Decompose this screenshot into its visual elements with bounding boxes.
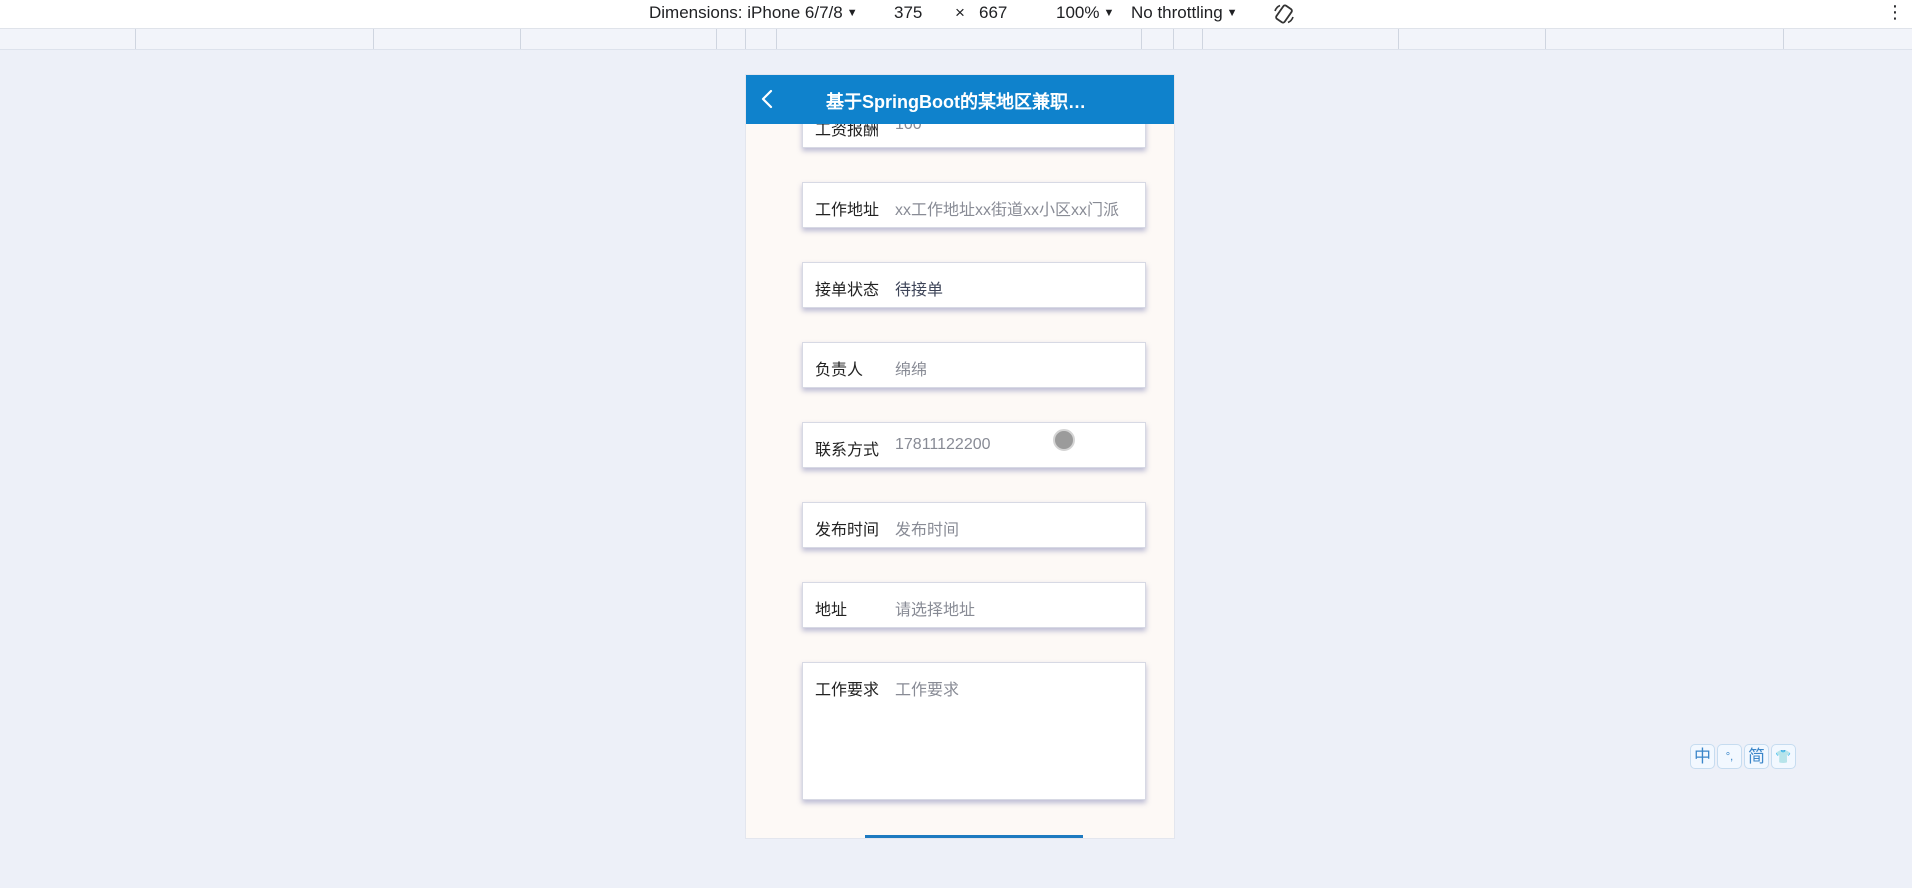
chevron-down-icon: ▼ [1226, 7, 1238, 19]
more-options-icon[interactable]: ⋮ [1886, 3, 1904, 21]
rotate-icon[interactable] [1272, 2, 1296, 26]
order-status-field[interactable]: 接单状态 待接单 [802, 262, 1146, 308]
app-header: 基于SpringBoot的某地区兼职… [746, 75, 1174, 124]
chevron-down-icon: ▼ [1103, 7, 1115, 19]
zoom-selector[interactable]: 100% ▼ [1056, 3, 1114, 23]
location-field[interactable]: 地址 请选择地址 [802, 582, 1146, 628]
viewport-height-input[interactable]: 667 [979, 3, 1007, 23]
ime-skin-icon[interactable]: 👕 [1771, 744, 1796, 769]
submit-button[interactable] [865, 835, 1083, 838]
device-selector[interactable]: Dimensions: iPhone 6/7/8 ▼ [649, 3, 858, 23]
work-address-label: 工作地址 [815, 202, 880, 219]
throttling-label: No throttling [1131, 3, 1223, 22]
work-address-value: xx工作地址xx街道xx小区xx门派 [895, 202, 1120, 219]
manager-field[interactable]: 负责人 绵绵 [802, 342, 1146, 388]
devtools-device-toolbar: Dimensions: iPhone 6/7/8 ▼ 375 × 667 100%… [0, 0, 1912, 29]
viewport-width-input[interactable]: 375 [894, 3, 922, 23]
location-label: 地址 [815, 602, 848, 619]
touch-cursor-icon [1053, 429, 1075, 451]
publish-time-input[interactable]: 发布时间 [895, 516, 1140, 540]
manager-label: 负责人 [815, 362, 864, 379]
requirements-label: 工作要求 [815, 682, 880, 699]
contact-input[interactable]: 17811122200 [895, 436, 1140, 454]
chevron-down-icon: ▼ [846, 7, 858, 19]
contact-label: 联系方式 [815, 442, 880, 459]
device-label: Dimensions: iPhone 6/7/8 [649, 3, 843, 22]
publish-time-label: 发布时间 [815, 522, 880, 539]
order-status-value: 待接单 [895, 282, 944, 299]
order-status-label: 接单状态 [815, 282, 880, 299]
ime-charset-toggle[interactable]: 简 [1744, 744, 1769, 769]
back-arrow-icon[interactable] [758, 88, 778, 110]
publish-time-field[interactable]: 发布时间 发布时间 [802, 502, 1146, 548]
requirements-field[interactable]: 工作要求 工作要求 [802, 662, 1146, 800]
manager-value: 绵绵 [895, 362, 928, 379]
location-picker[interactable]: 请选择地址 [895, 596, 1140, 620]
requirements-textarea[interactable]: 工作要求 [895, 676, 1140, 700]
dimension-separator: × [955, 3, 965, 22]
media-query-ruler [0, 29, 1912, 50]
contact-field[interactable]: 联系方式 17811122200 [802, 422, 1146, 468]
work-address-field[interactable]: 工作地址 xx工作地址xx街道xx小区xx门派 [802, 182, 1146, 228]
phone-viewport: 基于SpringBoot的某地区兼职… 工资报酬 100 工作地址 xx工作地址… [745, 74, 1175, 839]
throttling-selector[interactable]: No throttling ▼ [1131, 3, 1238, 23]
ime-punctuation-toggle[interactable]: °, [1717, 744, 1742, 769]
page-title: 基于SpringBoot的某地区兼职… [826, 92, 1086, 112]
ime-language-toggle[interactable]: 中 [1690, 744, 1715, 769]
zoom-label: 100% [1056, 3, 1100, 22]
